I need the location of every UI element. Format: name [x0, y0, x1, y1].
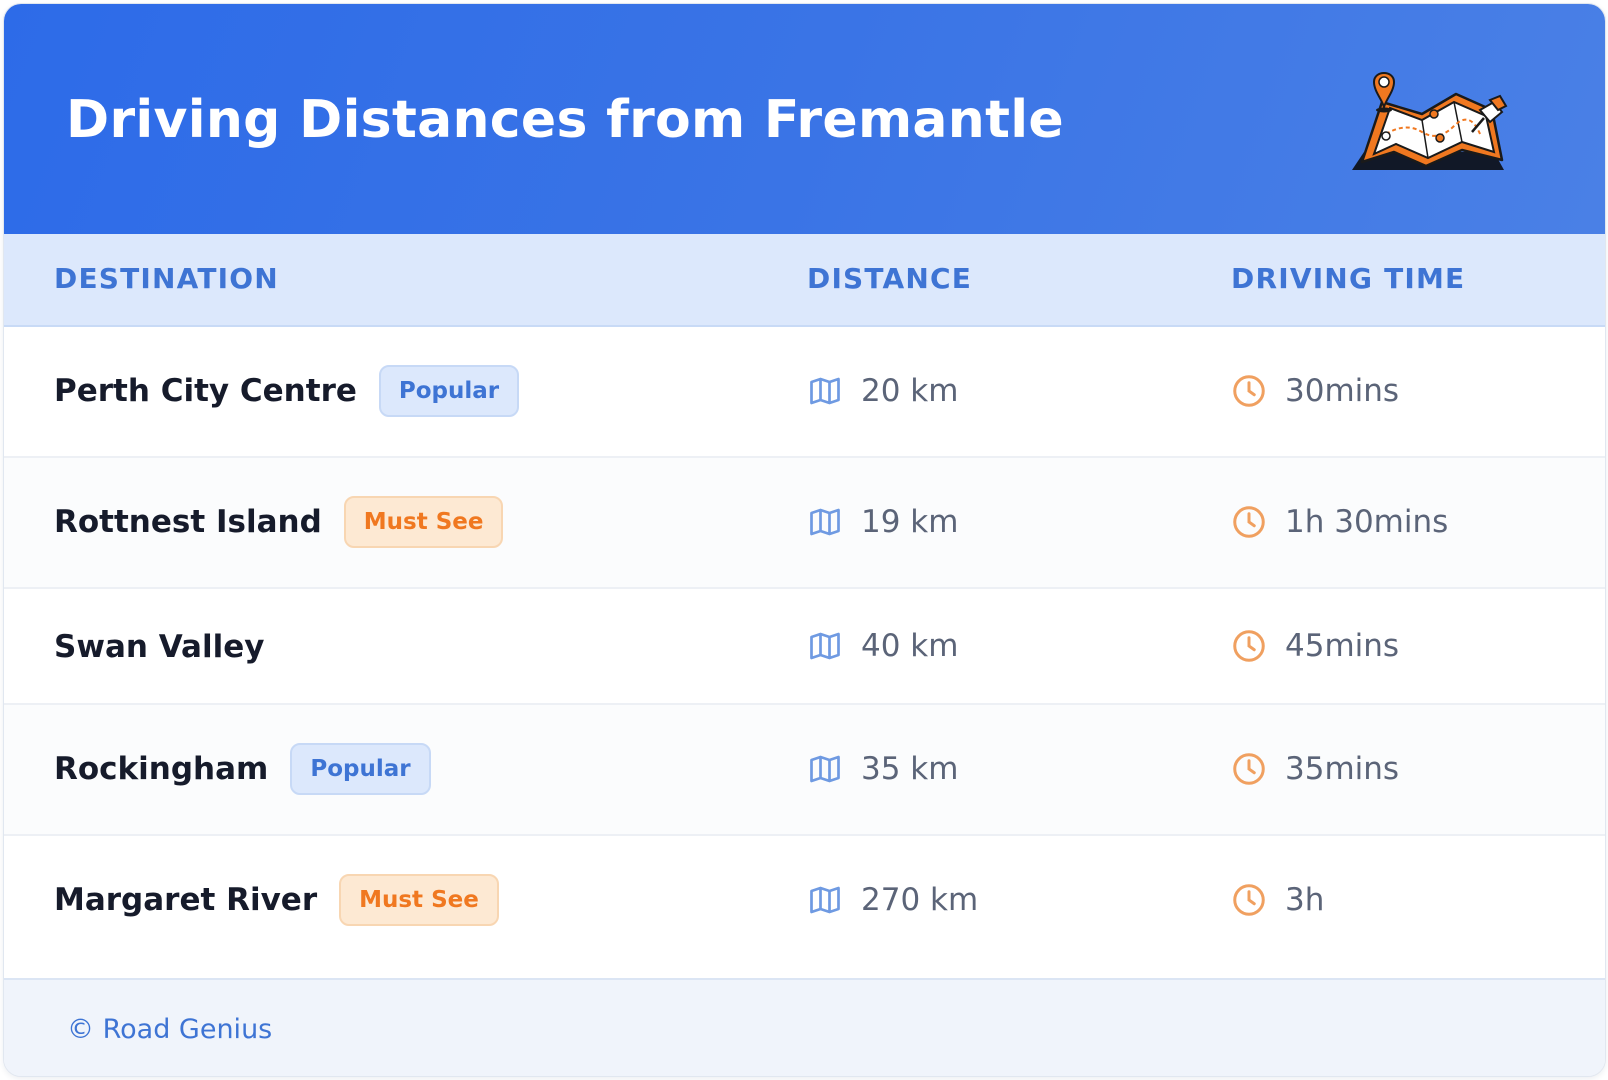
distance-cell: 19 km — [807, 504, 958, 540]
table-header: DESTINATION DISTANCE DRIVING TIME — [4, 234, 1605, 327]
column-header-driving-time: DRIVING TIME — [1231, 262, 1466, 295]
time-value: 30mins — [1285, 373, 1400, 409]
table-body: Perth City Centre Popular 20 km 30mins R… — [4, 327, 1605, 967]
footer: © Road Genius — [4, 978, 1605, 1076]
time-cell: 30mins — [1231, 373, 1399, 409]
distance-cell: 35 km — [807, 751, 958, 787]
destination-cell: Swan Valley — [54, 629, 264, 665]
destination-cell: Margaret River Must See — [54, 874, 499, 926]
table-row: Rockingham Popular 35 km 35mins — [4, 705, 1605, 836]
distance-value: 40 km — [861, 628, 959, 664]
column-header-destination: DESTINATION — [54, 262, 279, 295]
must-see-badge: Must See — [339, 874, 499, 926]
destination-name: Margaret River — [54, 882, 318, 918]
clock-icon — [1233, 506, 1265, 538]
map-icon — [810, 508, 840, 536]
column-header-distance: DISTANCE — [807, 262, 973, 295]
distance-value: 35 km — [861, 751, 959, 787]
map-with-pins-icon — [1352, 72, 1508, 170]
destination-cell: Perth City Centre Popular — [54, 365, 520, 417]
table-row: Perth City Centre Popular 20 km 30mins — [4, 327, 1605, 458]
destination-name: Rottnest Island — [54, 504, 322, 540]
distance-cell: 40 km — [807, 628, 958, 664]
distance-value: 270 km — [861, 882, 979, 918]
map-icon — [810, 886, 840, 914]
copyright-link[interactable]: © Road Genius — [67, 1014, 272, 1045]
time-value: 35mins — [1285, 751, 1400, 787]
popular-badge: Popular — [290, 743, 431, 795]
map-icon — [810, 755, 840, 783]
distance-value: 19 km — [861, 504, 959, 540]
header-banner: Driving Distances from Fremantle — [4, 4, 1605, 234]
time-cell: 45mins — [1231, 628, 1399, 664]
table-row: Swan Valley 40 km 45mins — [4, 589, 1605, 705]
distance-value: 20 km — [861, 373, 959, 409]
time-value: 45mins — [1285, 628, 1400, 664]
map-icon — [810, 632, 840, 660]
time-cell: 35mins — [1231, 751, 1399, 787]
clock-icon — [1233, 375, 1265, 407]
destination-name: Swan Valley — [54, 629, 265, 665]
distance-cell: 20 km — [807, 373, 958, 409]
distance-card: Driving Distances from Fremantle DESTINA… — [3, 3, 1606, 1077]
popular-badge: Popular — [378, 365, 520, 417]
destination-cell: Rockingham Popular — [54, 743, 431, 795]
time-cell: 1h 30mins — [1231, 504, 1448, 540]
table-row: Rottnest Island Must See 19 km 1h 30mins — [4, 458, 1605, 589]
time-cell: 3h — [1231, 882, 1324, 918]
must-see-badge: Must See — [343, 496, 504, 548]
time-value: 1h 30mins — [1285, 504, 1449, 540]
clock-icon — [1233, 630, 1265, 662]
page-title: Driving Distances from Fremantle — [66, 90, 1064, 150]
distance-cell: 270 km — [807, 882, 978, 918]
clock-icon — [1233, 753, 1265, 785]
table-row: Margaret River Must See 270 km 3h — [4, 836, 1605, 967]
destination-name: Perth City Centre — [54, 373, 357, 409]
destination-cell: Rottnest Island Must See — [54, 496, 504, 548]
destination-name: Rockingham — [54, 751, 269, 787]
time-value: 3h — [1285, 882, 1325, 918]
map-icon — [810, 377, 840, 405]
clock-icon — [1233, 884, 1265, 916]
